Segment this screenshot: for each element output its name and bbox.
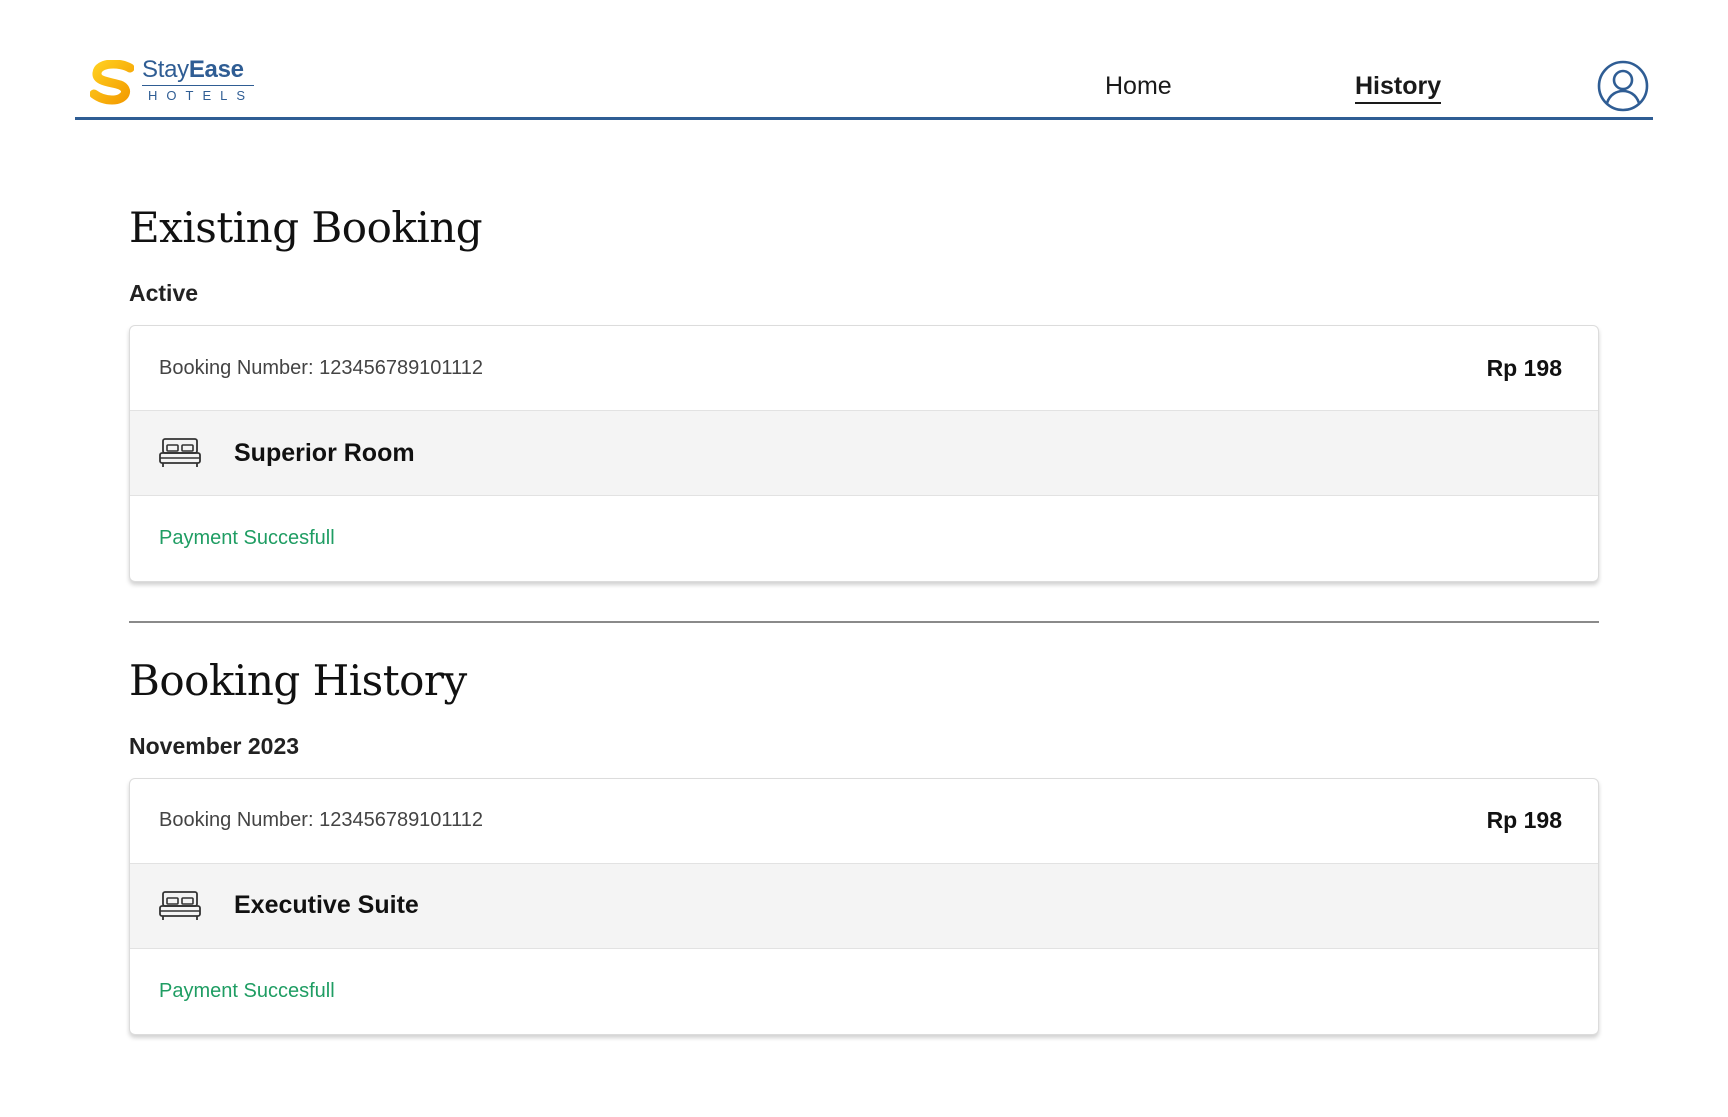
room-name: Executive Suite	[234, 891, 419, 919]
stayease-logo[interactable]: StayEase HOTELS	[90, 56, 255, 106]
history-month-label: November 2023	[129, 732, 300, 759]
booking-header-row: Booking Number: 123456789101112 Rp 198	[130, 326, 1598, 411]
logo-subtitle: HOTELS	[142, 85, 255, 103]
payment-status: Payment Succesfull	[159, 527, 335, 549]
active-booking-card[interactable]: Booking Number: 123456789101112 Rp 198 S…	[129, 325, 1599, 582]
booking-room-row: Executive Suite	[130, 863, 1598, 949]
booking-room-row: Superior Room	[130, 411, 1598, 496]
bookings-main: Existing Booking Active Booking Number: …	[129, 200, 1599, 1035]
booking-number: Booking Number: 123456789101112	[159, 809, 483, 831]
nav-home-link[interactable]: Home	[1105, 72, 1172, 101]
booking-status-row: Payment Succesfull	[130, 949, 1598, 1034]
payment-status: Payment Succesfull	[159, 979, 335, 1002]
booking-price: Rp 198	[1486, 354, 1562, 381]
active-group-label: Active	[129, 280, 199, 306]
nav-history-link[interactable]: History	[1355, 72, 1442, 104]
booking-number: Booking Number: 123456789101112	[159, 356, 483, 379]
bed-icon	[159, 890, 201, 920]
booking-price: Rp 198	[1486, 807, 1562, 833]
stayease-s-logo-icon	[90, 60, 134, 105]
top-navbar: StayEase HOTELS Home History	[75, 50, 1653, 120]
booking-status-row: Payment Succesfull	[130, 496, 1598, 581]
user-profile-icon[interactable]	[1597, 60, 1649, 112]
section-divider	[129, 621, 1599, 623]
room-name: Superior Room	[234, 438, 415, 467]
bed-icon	[159, 438, 201, 467]
history-booking-card[interactable]: Booking Number: 123456789101112 Rp 198 E…	[129, 777, 1599, 1035]
booking-history-title: Booking History	[129, 655, 467, 705]
logo-text: StayEase HOTELS	[142, 56, 255, 103]
booking-header-row: Booking Number: 123456789101112 Rp 198	[130, 779, 1598, 864]
logo-wordmark: StayEase	[142, 56, 244, 83]
existing-booking-title: Existing Booking	[129, 203, 483, 252]
